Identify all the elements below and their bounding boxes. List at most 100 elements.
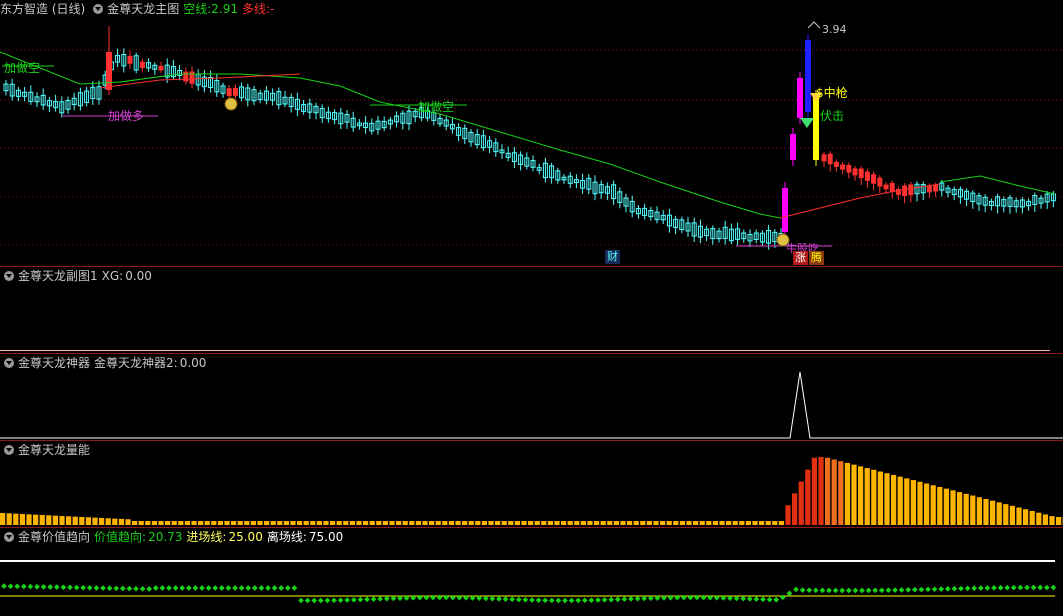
trend-dot bbox=[93, 585, 100, 591]
volume-bar bbox=[481, 521, 487, 525]
candle-body bbox=[782, 188, 788, 232]
sub2-dropdown-icon[interactable] bbox=[4, 357, 14, 368]
candle-body bbox=[871, 174, 877, 184]
volume-bar bbox=[1023, 509, 1029, 525]
trend-dot bbox=[944, 586, 951, 592]
volume-bar bbox=[409, 521, 415, 525]
add-short-left-label: 加做空 bbox=[4, 61, 41, 75]
volume-bar bbox=[772, 521, 778, 525]
volume-bar bbox=[851, 464, 857, 525]
trend-dot bbox=[997, 584, 1004, 591]
trend-dot bbox=[548, 597, 555, 604]
candle-body bbox=[821, 154, 827, 162]
volume-bar bbox=[871, 469, 877, 525]
volume-bar bbox=[778, 521, 784, 525]
volume-bar bbox=[785, 505, 791, 525]
volume-bar bbox=[66, 516, 72, 525]
volume-bar bbox=[818, 457, 824, 525]
trend-dot bbox=[205, 585, 212, 591]
volume-bar bbox=[805, 469, 811, 525]
volume-bar bbox=[910, 480, 916, 525]
volume-bar bbox=[0, 513, 6, 525]
separator-1[interactable] bbox=[0, 266, 1063, 267]
trend-dot bbox=[806, 587, 813, 594]
sub-panel-3[interactable]: 金尊天龙量能 bbox=[0, 441, 1063, 527]
trend-dot bbox=[819, 587, 826, 594]
trend-dot bbox=[555, 597, 562, 604]
volume-bar bbox=[191, 521, 197, 525]
badge-cai[interactable]: 财 bbox=[605, 250, 620, 264]
trend-dot bbox=[106, 585, 113, 592]
sub4-dropdown-icon[interactable] bbox=[4, 531, 14, 542]
trend-dot bbox=[614, 596, 621, 603]
trend-dot bbox=[502, 596, 509, 602]
volume-bar bbox=[1029, 510, 1035, 525]
trend-dot bbox=[562, 597, 568, 604]
volume-bar bbox=[679, 521, 685, 525]
sub4-header: 金尊价值趋向 价值趋向: 20.73 进场线: 25.00 离场线: 75.00 bbox=[0, 528, 347, 546]
candle-body bbox=[833, 161, 839, 167]
green-ma-line bbox=[0, 51, 781, 219]
trend-dot bbox=[218, 585, 225, 591]
sub2-spike-line bbox=[0, 371, 1063, 439]
trend-dot bbox=[760, 596, 766, 603]
trend-dot bbox=[364, 596, 370, 603]
volume-bar bbox=[92, 517, 98, 525]
volume-bar bbox=[204, 521, 210, 525]
volume-bar bbox=[844, 462, 850, 525]
separator-3[interactable] bbox=[0, 440, 1063, 441]
sub3-dropdown-icon[interactable] bbox=[4, 444, 14, 455]
volume-bar bbox=[561, 521, 567, 525]
volume-bar bbox=[996, 502, 1002, 525]
main-chart-panel[interactable]: 东方智造 (日线) 金尊天龙主图 空线:2.91 多线:- 加做空 加做多 加做空 3… bbox=[0, 0, 1063, 266]
trend-dot bbox=[793, 586, 799, 593]
candle-body bbox=[127, 55, 133, 64]
trend-dot bbox=[812, 587, 819, 594]
trend-dot bbox=[608, 596, 615, 603]
sub-panel-4[interactable]: 金尊价值趋向 价值趋向: 20.73 进场线: 25.00 离场线: 75.00 bbox=[0, 528, 1063, 616]
indicator-dropdown-icon[interactable] bbox=[93, 3, 104, 14]
trend-value: 20.73 bbox=[148, 530, 183, 544]
trend-dot bbox=[238, 585, 245, 591]
sub1-label: XG: bbox=[101, 269, 124, 283]
volume-bar bbox=[554, 521, 560, 525]
volume-bar bbox=[336, 521, 342, 525]
volume-bar bbox=[283, 521, 289, 525]
trend-dot bbox=[152, 585, 159, 591]
volume-bar bbox=[132, 521, 138, 525]
volume-bar bbox=[495, 521, 501, 525]
candle-body bbox=[790, 134, 796, 160]
volume-bar bbox=[521, 521, 527, 525]
candlestick-chart[interactable] bbox=[0, 0, 1063, 266]
volume-bar bbox=[85, 517, 91, 525]
volume-bar bbox=[231, 521, 237, 525]
volume-bar bbox=[165, 521, 171, 525]
volume-bar bbox=[26, 514, 32, 525]
trend-dot bbox=[740, 595, 747, 602]
trend-dot bbox=[786, 590, 793, 597]
trend-dot bbox=[258, 585, 265, 591]
sub-panel-2[interactable]: 金尊天龙神器 金尊天龙神器2: 0.00 bbox=[0, 354, 1063, 440]
empty-line-label: 空线: bbox=[183, 2, 212, 16]
volume-bar bbox=[52, 515, 58, 525]
trend-dot bbox=[766, 596, 773, 603]
badge-zhang[interactable]: 涨 bbox=[793, 251, 808, 265]
trend-dot bbox=[166, 585, 172, 591]
volume-bar bbox=[455, 521, 461, 525]
sub-panel-1[interactable]: 金尊天龙副图1 XG: 0.00 bbox=[0, 267, 1063, 353]
trend-dot bbox=[377, 596, 384, 602]
volume-bar bbox=[745, 521, 751, 525]
volume-bar bbox=[600, 521, 606, 525]
trend-dot bbox=[938, 586, 945, 592]
volume-bar bbox=[1036, 512, 1042, 525]
main-header: 东方智造 (日线) 金尊天龙主图 空线:2.91 多线:- bbox=[0, 0, 278, 18]
badge-teng[interactable]: 腾 bbox=[809, 251, 824, 265]
trend-dot bbox=[773, 596, 780, 603]
trend-dot bbox=[859, 587, 865, 594]
volume-bar bbox=[534, 521, 540, 525]
trend-dot bbox=[199, 585, 205, 591]
peak-value-label: 3.94 bbox=[822, 23, 847, 36]
sub1-dropdown-icon[interactable] bbox=[4, 270, 14, 281]
volume-bar bbox=[429, 521, 435, 525]
volume-bar bbox=[587, 521, 593, 525]
